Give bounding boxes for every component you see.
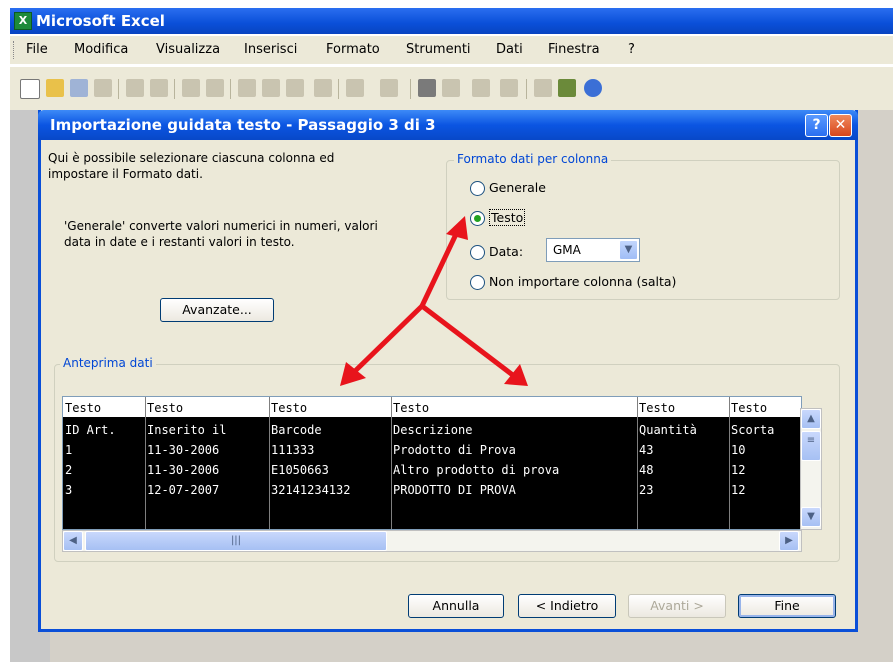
arrow-head-icon	[446, 216, 468, 240]
arrow-to-testo-radio	[419, 228, 461, 308]
arrow-head-icon	[504, 364, 528, 386]
arrow-to-column-right	[420, 304, 516, 378]
annotation-arrows	[340, 216, 528, 386]
arrow-to-column-left	[350, 304, 424, 376]
